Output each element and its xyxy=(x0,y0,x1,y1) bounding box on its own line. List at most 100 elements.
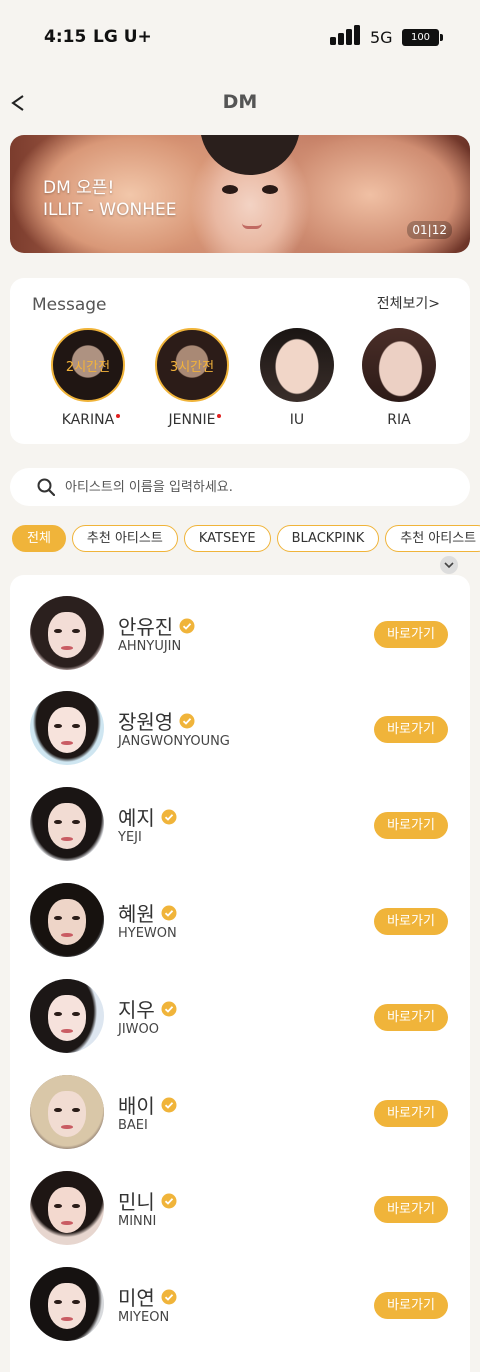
list-item[interactable]: 예지 YEJI 바로가기 xyxy=(10,787,470,883)
message-card: Message 전체보기> 2시간전 KARINA 3시간전 JENNIE IU… xyxy=(10,278,470,444)
chevron-down-icon xyxy=(444,562,454,569)
list-item[interactable]: 배이 BAEI 바로가기 xyxy=(10,1075,470,1171)
view-all-link[interactable]: 전체보기> xyxy=(377,293,440,313)
artist-name: 지우 xyxy=(118,994,177,1023)
chip-all[interactable]: 전체 xyxy=(12,525,66,552)
avatar xyxy=(30,1075,104,1149)
list-item[interactable]: 안유진 AHNYUJIN 바로가기 xyxy=(10,596,470,692)
go-button[interactable]: 바로가기 xyxy=(374,812,448,839)
banner-line1: DM 오픈! xyxy=(43,178,115,198)
message-name-label: IU xyxy=(289,412,305,428)
artist-name-label: 예지 xyxy=(118,806,155,830)
artist-name: 민니 xyxy=(118,1186,177,1215)
banner-counter: 01|12 xyxy=(407,221,452,239)
artist-romanized-name: JANGWONYOUNG xyxy=(118,734,230,749)
search-icon[interactable] xyxy=(37,478,55,496)
message-name-label: KARINA xyxy=(61,412,115,428)
artist-name-label: 민니 xyxy=(118,1190,155,1214)
avatar xyxy=(30,1267,104,1341)
list-item[interactable]: 장원영 JANGWONYOUNG 바로가기 xyxy=(10,691,470,787)
message-item-ria[interactable]: RIA xyxy=(344,328,454,428)
chip-recommended[interactable]: 추천 아티스트 xyxy=(71,525,178,552)
filter-chips: 전체 추천 아티스트 KATSEYE BLACKPINK 추천 아티스트 xyxy=(12,525,480,553)
verified-badge-icon xyxy=(161,1001,177,1016)
go-button[interactable]: 바로가기 xyxy=(374,1100,448,1127)
page-title: DM xyxy=(222,91,258,113)
artist-romanized-name: BAEI xyxy=(118,1118,148,1133)
message-name-label: JENNIE xyxy=(168,412,216,428)
go-button[interactable]: 바로가기 xyxy=(374,621,448,648)
avatar xyxy=(30,883,104,957)
artist-list: 안유진 AHNYUJIN 바로가기 장원영 JANGWONYOUNG 바로가기 … xyxy=(10,575,470,1372)
avatar xyxy=(30,787,104,861)
artist-name-label: 장원영 xyxy=(118,710,174,734)
message-item-name: RIA xyxy=(387,412,410,428)
verified-badge-icon xyxy=(161,905,177,920)
artist-name-label: 혜원 xyxy=(118,902,155,926)
avatar: 3시간전 xyxy=(155,328,229,402)
verified-badge-icon xyxy=(161,1097,177,1112)
banner-photo xyxy=(200,135,300,175)
message-title: Message xyxy=(32,295,107,315)
status-time: 4:15 xyxy=(44,27,87,47)
list-item[interactable]: 혜원 HYEWON 바로가기 xyxy=(10,883,470,979)
avatar xyxy=(30,979,104,1053)
list-item[interactable]: 미연 MIYEON 바로가기 xyxy=(10,1267,470,1363)
time-ago-tag: 2시간전 xyxy=(53,330,123,400)
list-item[interactable]: 지우 JIWOO 바로가기 xyxy=(10,979,470,1075)
artist-name-label: 배이 xyxy=(118,1094,155,1118)
avatar xyxy=(30,691,104,765)
promo-banner[interactable]: DM 오픈! ILLIT - WONHEE 01|12 xyxy=(10,135,470,253)
artist-name: 배이 xyxy=(118,1090,177,1119)
verified-badge-icon xyxy=(179,713,195,728)
message-item-name: IU xyxy=(290,412,304,428)
banner-line2: ILLIT - WONHEE xyxy=(43,200,177,220)
message-item-name: KARINA xyxy=(61,412,121,428)
search-bar xyxy=(10,468,470,506)
message-name-label: RIA xyxy=(387,412,411,428)
artist-romanized-name: MINNI xyxy=(118,1214,157,1229)
artist-romanized-name: YEJI xyxy=(118,830,142,845)
signal-icon xyxy=(330,25,362,45)
unread-dot xyxy=(116,414,121,418)
go-button[interactable]: 바로가기 xyxy=(374,1004,448,1031)
artist-name: 안유진 xyxy=(118,611,195,640)
verified-badge-icon xyxy=(161,1193,177,1208)
verified-badge-icon xyxy=(179,618,195,633)
message-item-karina[interactable]: 2시간전 KARINA xyxy=(33,328,143,428)
go-button[interactable]: 바로가기 xyxy=(374,716,448,743)
avatar: 2시간전 xyxy=(51,328,125,402)
artist-name-label: 안유진 xyxy=(118,615,174,639)
banner-text: DM 오픈! ILLIT - WONHEE xyxy=(43,177,176,221)
avatar xyxy=(362,328,436,402)
go-button[interactable]: 바로가기 xyxy=(374,1292,448,1319)
artist-name: 예지 xyxy=(118,802,177,831)
expand-chips-button[interactable] xyxy=(440,556,458,574)
message-item-name: JENNIE xyxy=(168,412,222,428)
verified-badge-icon xyxy=(161,1289,177,1304)
chip-recommended-2[interactable]: 추천 아티스트 xyxy=(385,525,480,552)
artist-name: 혜원 xyxy=(118,898,177,927)
artist-name-label: 지우 xyxy=(118,998,155,1022)
message-item-iu[interactable]: IU xyxy=(242,328,352,428)
artist-romanized-name: AHNYUJIN xyxy=(118,639,182,654)
avatar xyxy=(30,1171,104,1245)
artist-romanized-name: JIWOO xyxy=(118,1022,159,1037)
banner-photo-eye xyxy=(222,185,238,194)
chip-blackpink[interactable]: BLACKPINK xyxy=(276,525,380,552)
go-button[interactable]: 바로가기 xyxy=(374,908,448,935)
chip-katseye[interactable]: KATSEYE xyxy=(183,525,271,552)
artist-name-label: 미연 xyxy=(118,1286,155,1310)
artist-name: 장원영 xyxy=(118,706,195,735)
artist-name: 미연 xyxy=(118,1282,177,1311)
go-button[interactable]: 바로가기 xyxy=(374,1196,448,1223)
message-item-jennie[interactable]: 3시간전 JENNIE xyxy=(137,328,247,428)
status-bar: 4:15 LG U+ 5G 100 xyxy=(0,0,480,76)
avatar xyxy=(260,328,334,402)
search-input[interactable] xyxy=(65,477,445,497)
artist-romanized-name: MIYEON xyxy=(118,1310,170,1325)
time-ago-tag: 3시간전 xyxy=(157,330,227,400)
artist-romanized-name: HYEWON xyxy=(118,926,177,941)
list-item[interactable]: 민니 MINNI 바로가기 xyxy=(10,1171,470,1267)
banner-photo-eye xyxy=(262,185,278,194)
